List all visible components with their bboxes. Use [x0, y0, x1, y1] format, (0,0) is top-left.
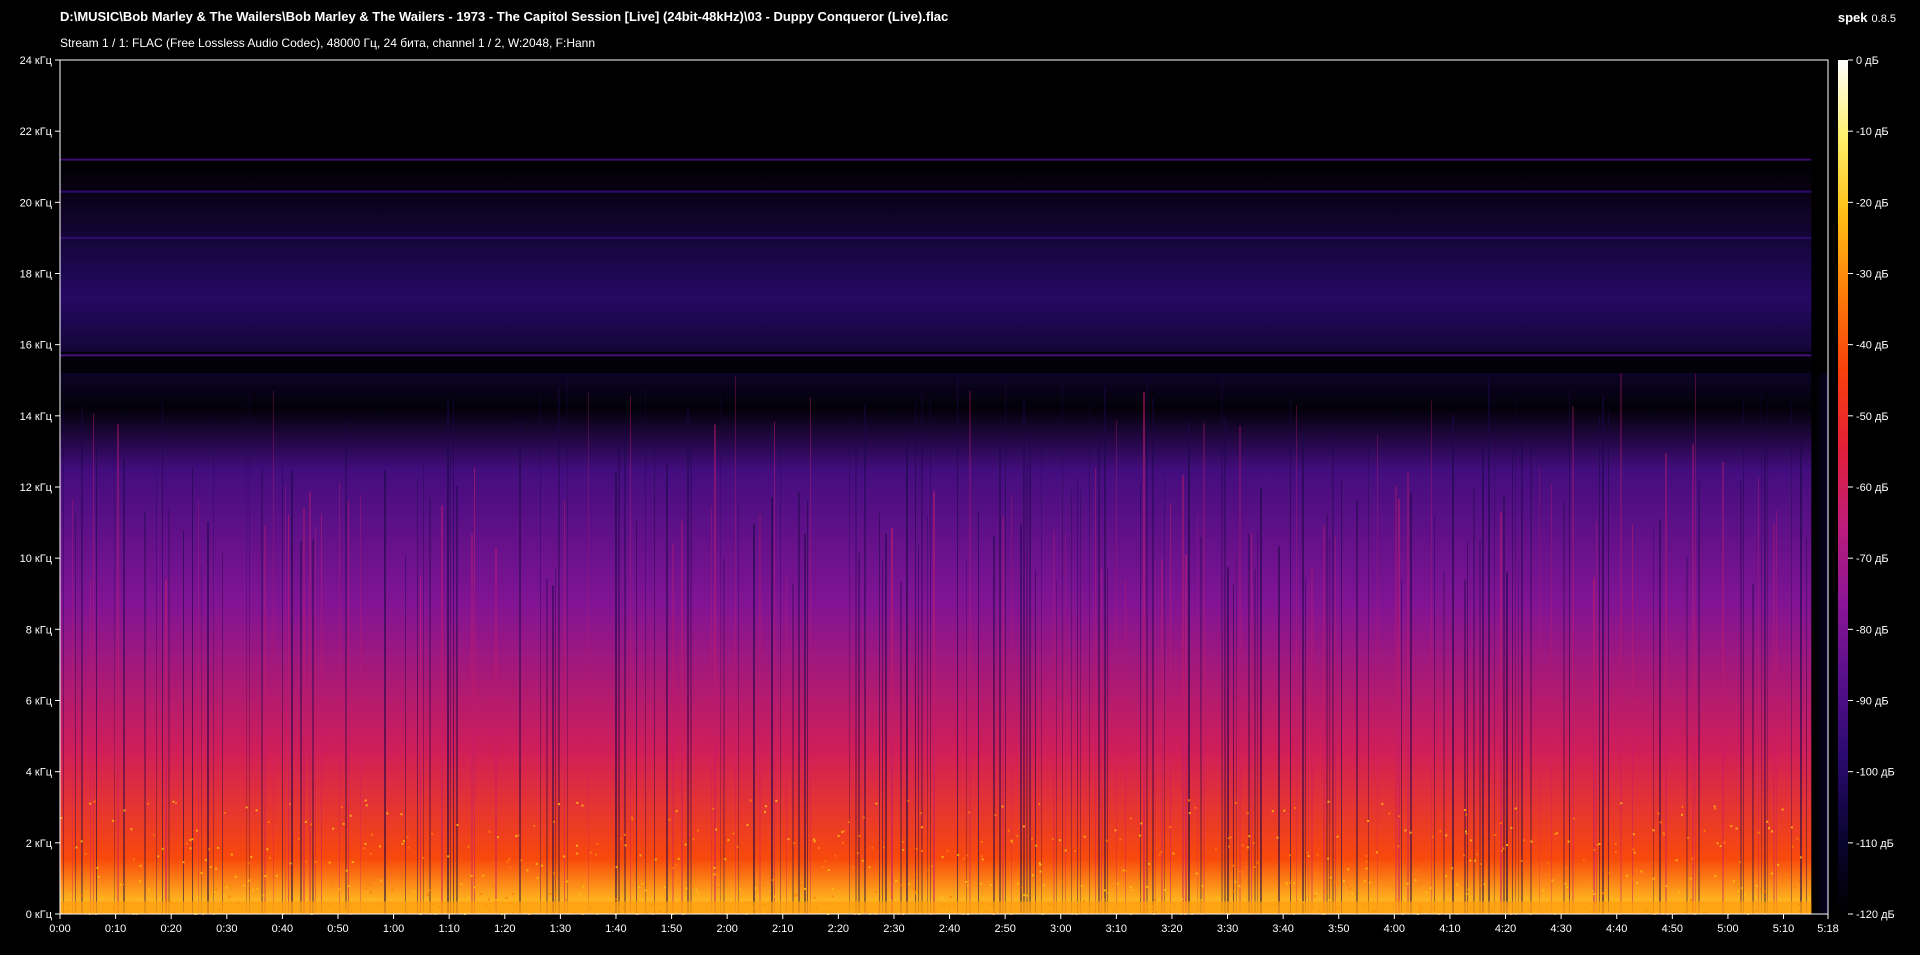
x-tick-label: 4:30 [1550, 923, 1571, 935]
x-tick-label: 1:50 [661, 923, 682, 935]
spectral-line [60, 190, 1812, 193]
x-tick-label: 1:20 [494, 923, 515, 935]
x-tick-label: 2:20 [828, 923, 849, 935]
x-tick-label: 3:10 [1106, 923, 1127, 935]
x-tick-label: 0:20 [160, 923, 181, 935]
y-tick-label: 18 кГц [20, 269, 53, 281]
spectral-line [60, 354, 1812, 357]
x-tick-label: 2:30 [883, 923, 904, 935]
x-tick-label: 4:00 [1384, 923, 1405, 935]
y-tick-label: 14 кГц [20, 411, 53, 423]
x-tick-label: 2:50 [994, 923, 1015, 935]
y-tick-label: 4 кГц [26, 767, 53, 779]
colorbar-tick-label: -100 дБ [1856, 767, 1895, 779]
x-tick-label: 5:18 [1817, 923, 1838, 935]
x-tick-label: 2:10 [772, 923, 793, 935]
colorbar-tick-label: -30 дБ [1856, 269, 1889, 281]
x-tick-label: 1:10 [438, 923, 459, 935]
spectral-line [60, 158, 1812, 161]
colorbar-tick-label: -70 дБ [1856, 553, 1889, 565]
spectrogram-chart: 0:00 0:10 0:20 0:30 0:40 0:50 1:00 1:10 1:20 1:30… [20, 55, 1895, 935]
x-tick-label: 0:50 [327, 923, 348, 935]
colorbar-tick-label: -40 дБ [1856, 340, 1889, 352]
x-tick-label: 3:40 [1272, 923, 1293, 935]
colorbar-tick-label: -80 дБ [1856, 624, 1889, 636]
x-tick-label: 5:00 [1717, 923, 1738, 935]
signal-end-region [1811, 373, 1828, 915]
x-tick-label: 0:40 [272, 923, 293, 935]
y-tick-label: 20 кГц [20, 197, 53, 209]
x-tick-label: 0:00 [49, 923, 70, 935]
colorbar-tick-label: 0 дБ [1856, 55, 1879, 67]
y-tick-label: 22 кГц [20, 126, 53, 138]
x-tick-label: 3:00 [1050, 923, 1071, 935]
x-tick-label: 0:10 [105, 923, 126, 935]
x-tick-label: 4:50 [1662, 923, 1683, 935]
x-tick-label: 3:20 [1161, 923, 1182, 935]
x-tick-label: 4:10 [1439, 923, 1460, 935]
x-tick-label: 1:30 [550, 923, 571, 935]
colorbar-tick-label: -20 дБ [1856, 197, 1889, 209]
x-tick-label: 2:40 [939, 923, 960, 935]
spectrogram-body [60, 131, 1812, 914]
colorbar [1838, 60, 1848, 914]
x-tick-label: 4:40 [1606, 923, 1627, 935]
x-tick-label: 3:30 [1217, 923, 1238, 935]
x-tick-label: 1:00 [383, 923, 404, 935]
y-tick-label: 2 кГц [26, 838, 53, 850]
colorbar-tick-label: -90 дБ [1856, 696, 1889, 708]
spectral-line [60, 236, 1812, 239]
y-tick-label: 6 кГц [26, 696, 53, 708]
low-frequency-floor [60, 901, 1812, 914]
y-tick-label: 16 кГц [20, 340, 53, 352]
y-tick-label: 0 кГц [26, 909, 53, 921]
colorbar-tick-label: -110 дБ [1856, 838, 1894, 850]
y-tick-label: 10 кГц [20, 553, 53, 565]
x-tick-label: 1:40 [605, 923, 626, 935]
x-tick-label: 4:20 [1495, 923, 1516, 935]
y-tick-label: 12 кГц [20, 482, 53, 494]
x-tick-label: 2:00 [716, 923, 737, 935]
colorbar-tick-label: -10 дБ [1856, 126, 1889, 138]
y-tick-label: 24 кГц [20, 55, 53, 67]
x-tick-label: 0:30 [216, 923, 237, 935]
colorbar-tick-label: -50 дБ [1856, 411, 1889, 423]
x-tick-label: 5:10 [1773, 923, 1794, 935]
colorbar-tick-label: -60 дБ [1856, 482, 1889, 494]
x-tick-label: 3:50 [1328, 923, 1349, 935]
colorbar-tick-label: -120 дБ [1856, 909, 1895, 921]
y-tick-label: 8 кГц [26, 624, 53, 636]
